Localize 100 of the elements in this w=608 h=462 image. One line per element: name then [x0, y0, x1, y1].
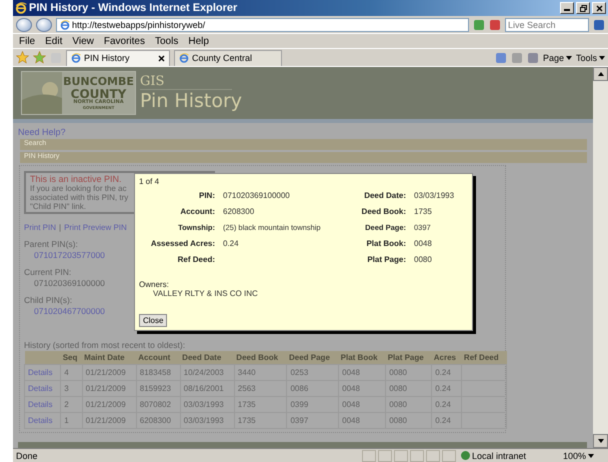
pin-label: Current PIN: — [24, 267, 72, 277]
field-label: PIN: — [198, 191, 215, 200]
ie-logo-icon — [15, 2, 27, 14]
table-cell: 0080 — [389, 416, 407, 425]
logo-text: COUNTY — [70, 88, 126, 100]
landscape-drawing — [22, 72, 62, 114]
field-label: Plat Page: — [366, 255, 406, 264]
column-header: Deed Page — [288, 353, 330, 362]
record-counter: 1 of 4 — [139, 177, 160, 186]
table-cell: 0399 — [290, 400, 308, 409]
menu-item[interactable]: Tools — [152, 36, 182, 46]
table-cell: 08/16/2001 — [184, 384, 224, 393]
table-cell: 2 — [64, 400, 69, 409]
column-header: Acres — [434, 353, 456, 362]
logo-text: BUNCOMBE — [63, 76, 134, 88]
column-header: Plat Page — [388, 353, 424, 362]
table-cell: 8159923 — [140, 384, 171, 393]
field-value: 0.24 — [223, 239, 240, 248]
table-cell: 8070802 — [140, 400, 171, 409]
table-cell: 01/21/2009 — [86, 416, 126, 425]
browser-tab[interactable]: PIN History — [66, 50, 170, 66]
security-zone: Local intranet — [458, 450, 558, 460]
menu-item[interactable]: Favorites — [100, 36, 148, 46]
field-value: 071020369100000 — [223, 191, 291, 200]
close-button[interactable] — [592, 2, 606, 14]
table-cell: 6208300 — [140, 416, 171, 425]
table-cell: 03/03/1993 — [184, 416, 224, 425]
scrollbar[interactable] — [593, 67, 608, 448]
column-header: Plat Book — [340, 353, 378, 362]
table-cell: 1 — [64, 416, 69, 425]
status-text: Done — [15, 450, 39, 460]
table-cell: 0080 — [389, 368, 407, 377]
field-value: 6208300 — [223, 207, 256, 216]
ie-logo-icon — [179, 53, 189, 63]
table-cell: 2563 — [238, 384, 256, 393]
ie-logo-icon — [71, 53, 81, 63]
menu-item[interactable]: Edit — [42, 36, 66, 46]
menu-item[interactable]: Help — [185, 36, 212, 46]
app-title: Pin History — [140, 90, 242, 112]
table-cell: 0048 — [342, 400, 360, 409]
owner-name: VALLEY RLTY & INS CO INC — [152, 289, 258, 298]
scroll-down-icon — [598, 439, 604, 443]
table-cell: 0.24 — [435, 384, 451, 393]
status-pane — [394, 450, 408, 462]
field-value: 0048 — [414, 239, 433, 248]
column-header: Account — [138, 353, 170, 362]
table-cell: 01/21/2009 — [86, 400, 126, 409]
dropdown-caret-icon — [588, 454, 594, 458]
command-menu[interactable]: Page — [542, 52, 572, 62]
window-title: PIN History - Windows Internet Explorer — [29, 2, 238, 14]
table-cell: 0080 — [389, 384, 407, 393]
field-label: Plat Book: — [365, 239, 406, 248]
table-cell: 0.24 — [435, 400, 451, 409]
tab-close-icon[interactable] — [158, 54, 165, 62]
table-cell: 3 — [64, 384, 69, 393]
status-pane — [426, 450, 440, 462]
dropdown-caret-icon — [599, 56, 605, 60]
menu-item[interactable]: View — [69, 36, 97, 46]
zoom-level[interactable]: 100% — [560, 450, 608, 460]
notice-text: associated with this PIN, try — [30, 193, 128, 202]
table-cell: 0397 — [290, 416, 308, 425]
table-cell: 0.24 — [435, 368, 451, 377]
restore-button[interactable] — [576, 2, 590, 14]
table-cell: 1735 — [238, 400, 256, 409]
table-cell: 01/21/2009 — [86, 384, 126, 393]
scroll-up-icon — [598, 72, 604, 76]
close-button[interactable]: Close — [139, 314, 168, 327]
table-cell: 0.24 — [435, 416, 451, 425]
banner-kicker: GIS — [140, 74, 232, 90]
field-label: Deed Date: — [363, 191, 406, 200]
search-field[interactable]: Live Search — [505, 18, 589, 32]
table-cell: 0048 — [342, 368, 360, 377]
link-separator: | — [59, 223, 62, 232]
table-cell: 4 — [64, 368, 69, 377]
history-caption: History (sorted from most recent to oldest): — [24, 340, 186, 350]
column-header: Seq — [62, 353, 78, 362]
field-value: 03/03/1993 — [414, 191, 454, 200]
field-value: 0080 — [414, 255, 433, 264]
notice-text: "Child PIN" link. — [30, 202, 86, 211]
browser-tab[interactable]: County Central — [174, 50, 282, 66]
menu-item[interactable]: File — [16, 36, 38, 46]
favorites-star-icon[interactable] — [16, 51, 29, 64]
restore-icon — [580, 4, 586, 12]
address-field[interactable]: http://testwebapps/pinhistoryweb/ — [56, 18, 469, 32]
status-pane — [410, 450, 424, 462]
table-cell: 3440 — [238, 368, 256, 377]
add-favorite-icon[interactable] — [33, 51, 46, 64]
column-header: Ref Deed — [464, 353, 499, 362]
table-cell: 10/24/2003 — [184, 368, 224, 377]
minimize-button[interactable] — [560, 2, 574, 14]
status-pane — [362, 450, 376, 462]
table-cell: 01/21/2009 — [86, 368, 126, 377]
pin-label: Parent PIN(s): — [24, 239, 78, 249]
notice-title: This is an inactive PIN. — [30, 174, 122, 184]
field-label: Ref Deed: — [176, 255, 215, 264]
command-menu[interactable]: Tools — [576, 52, 605, 62]
column-header: Maint Date — [84, 353, 125, 362]
table-cell: 0048 — [342, 384, 360, 393]
field-label: Account: — [179, 207, 215, 216]
close-icon — [596, 4, 602, 12]
